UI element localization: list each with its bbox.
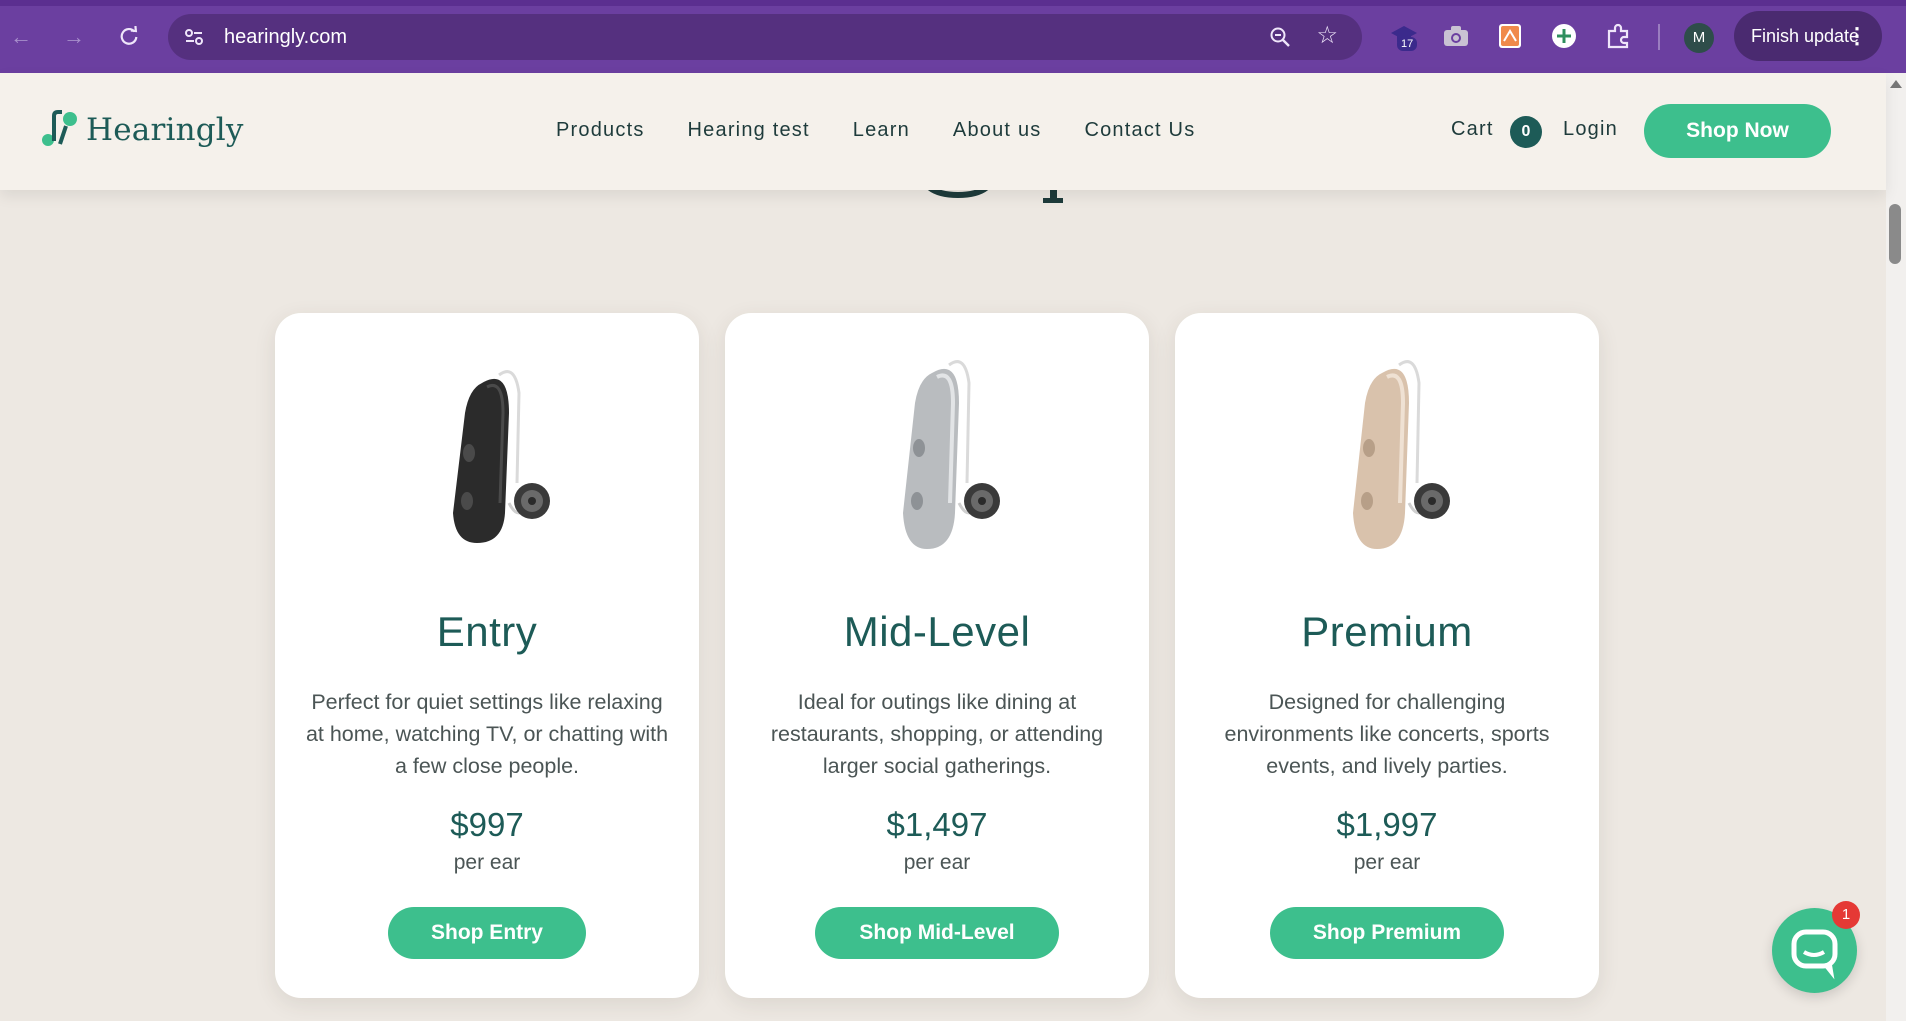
product-card-premium: Premium Designed for challenging environ… (1175, 313, 1599, 998)
site-info-icon[interactable] (182, 25, 206, 49)
tier-price: $997 (450, 806, 524, 843)
main-navigation: Products Hearing test Learn About us Con… (556, 119, 1238, 142)
hearingly-logo-icon (42, 110, 77, 146)
reload-icon[interactable] (112, 20, 146, 54)
more-menu-icon[interactable]: ⋮ (1846, 11, 1868, 61)
shop-now-button[interactable]: Shop Now (1644, 104, 1831, 158)
nav-contact-us[interactable]: Contact Us (1084, 119, 1195, 142)
camera-extension-icon[interactable] (1440, 20, 1472, 52)
tab-strip-edge (0, 0, 1906, 6)
nav-learn[interactable]: Learn (853, 119, 910, 142)
nav-hearing-test[interactable]: Hearing test (688, 119, 810, 142)
finish-update-button[interactable]: Finish update ⋮ (1734, 11, 1882, 61)
price-unit: per ear (1353, 851, 1421, 874)
price-unit: per ear (453, 851, 521, 874)
login-link[interactable]: Login (1563, 118, 1618, 141)
zoom-icon[interactable] (1268, 25, 1292, 49)
brand-logo[interactable]: Hearingly (40, 110, 244, 150)
url-text[interactable]: hearingly.com (224, 26, 347, 49)
price-unit: per ear (903, 851, 971, 874)
extension-badge: 17 (1397, 37, 1418, 51)
tier-description: Ideal for outings like dining at restaur… (770, 690, 1104, 778)
add-extension-icon[interactable] (1548, 20, 1580, 52)
hearing-aid-silver-image (903, 360, 1000, 549)
forward-icon[interactable]: → (57, 20, 91, 54)
shop-entry-button[interactable]: Shop Entry (388, 907, 586, 959)
shop-premium-button[interactable]: Shop Premium (1270, 907, 1504, 959)
profile-avatar[interactable]: M (1684, 23, 1714, 53)
address-bar[interactable]: hearingly.com ☆ (168, 14, 1362, 60)
hearing-aid-champagne-image (1353, 360, 1450, 549)
cart-count-badge[interactable]: 0 (1510, 116, 1542, 148)
nav-products[interactable]: Products (556, 119, 645, 142)
tier-price: $1,497 (886, 806, 988, 843)
hearing-aid-black-image (453, 370, 550, 543)
tier-title: Entry (436, 608, 538, 655)
brand-name: Hearingly (86, 112, 244, 148)
tier-description: Designed for challenging environments li… (1224, 690, 1550, 778)
back-icon[interactable]: ← (4, 20, 38, 54)
nav-about-us[interactable]: About us (953, 119, 1042, 142)
toolbar-separator (1658, 24, 1660, 50)
tier-description: Perfect for quiet settings like relaxing… (305, 690, 669, 778)
product-card-mid-level: Mid-Level Ideal for outings like dining … (725, 313, 1149, 998)
scroll-up-arrow-icon[interactable] (1890, 80, 1902, 88)
scrollbar-thumb[interactable] (1889, 204, 1901, 264)
tier-title: Mid-Level (843, 608, 1031, 655)
chat-notification-badge: 1 (1832, 901, 1860, 929)
tier-title: Premium (1301, 608, 1473, 655)
tier-price: $1,997 (1336, 806, 1438, 843)
site-header: Hearingly Products Hearing test Learn Ab… (0, 73, 1886, 190)
finish-update-label: Finish update (1751, 26, 1860, 46)
cart-link[interactable]: Cart (1451, 118, 1494, 141)
shop-mid-level-button[interactable]: Shop Mid-Level (815, 907, 1059, 959)
extensions-puzzle-icon[interactable] (1602, 20, 1634, 52)
product-card-entry: Entry Perfect for quiet settings like re… (275, 313, 699, 998)
bookmark-star-icon[interactable]: ☆ (1316, 23, 1338, 49)
pdf-extension-icon[interactable] (1494, 20, 1526, 52)
browser-toolbar: ← → hearingly.com ☆ 17 M Finish update ⋮ (0, 0, 1906, 73)
